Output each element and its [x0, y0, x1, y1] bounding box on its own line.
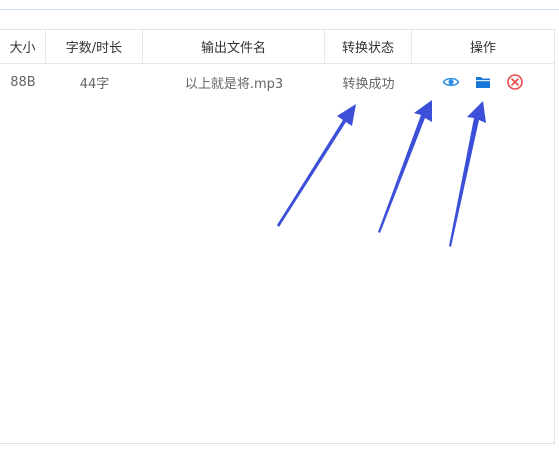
column-header-actions: 操作	[469, 41, 496, 56]
cell-chars-duration: 44字	[79, 76, 110, 92]
cell-size: 88B	[10, 74, 36, 90]
table-row[interactable]: 88B 44字 以上就是将.mp3 转换成功	[0, 64, 554, 100]
cell-output-filename: 以上就是将.mp3	[184, 76, 284, 92]
column-header-size[interactable]: 大小	[0, 30, 46, 63]
toolbar-divider	[0, 9, 559, 10]
table-header: 大小 字数/时长 输出文件名 转换状态 操作	[0, 30, 554, 64]
cell-status: 转换成功	[342, 76, 395, 92]
cell-actions	[412, 64, 554, 100]
eye-icon	[442, 77, 460, 87]
preview-button[interactable]	[442, 73, 460, 91]
column-header-status[interactable]: 转换状态	[325, 30, 412, 63]
conversion-table: 大小 字数/时长 输出文件名 转换状态 操作 88B 44字 以上就是将.mp3…	[0, 29, 555, 444]
folder-icon	[476, 77, 490, 88]
column-header-chars-duration[interactable]: 字数/时长	[46, 30, 143, 63]
app-window: 大小 字数/时长 输出文件名 转换状态 操作 88B 44字 以上就是将.mp3…	[0, 0, 559, 451]
column-header-output-filename[interactable]: 输出文件名	[143, 30, 325, 63]
delete-button[interactable]	[506, 73, 524, 91]
open-folder-button[interactable]	[474, 73, 492, 91]
close-circle-icon	[507, 74, 523, 90]
